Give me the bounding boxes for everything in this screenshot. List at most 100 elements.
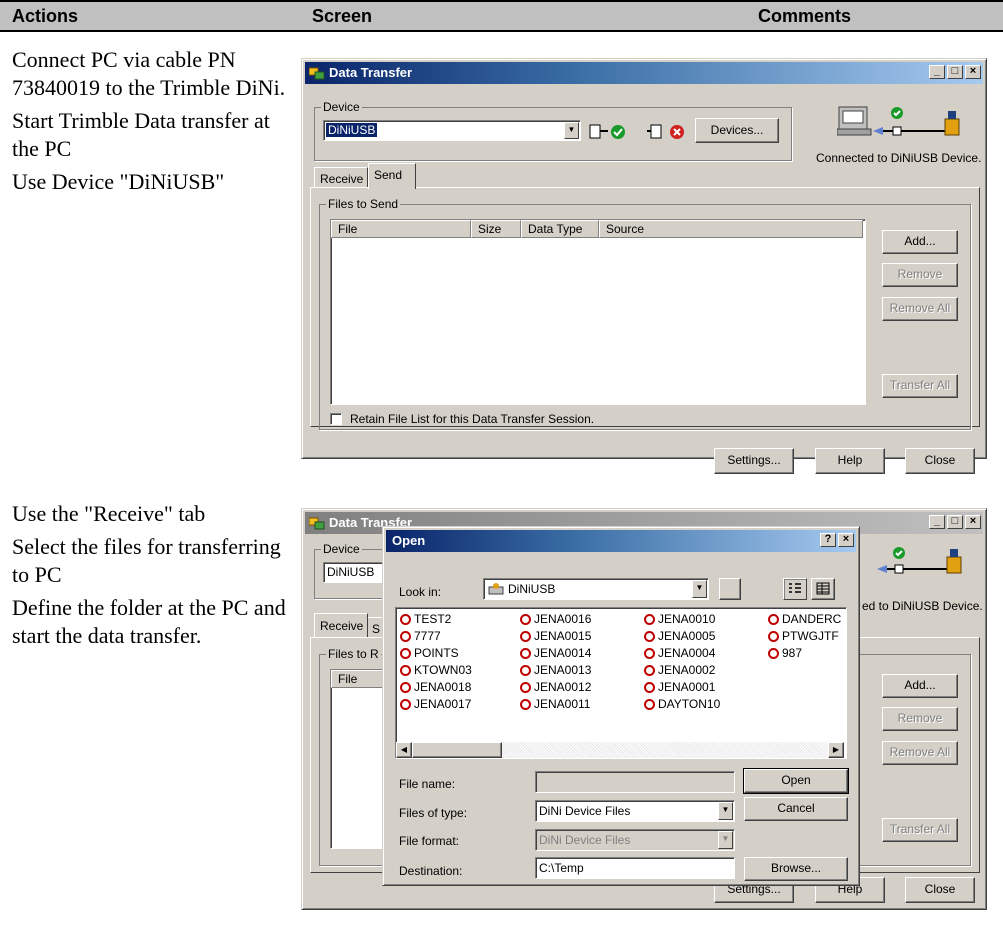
retain-checkbox[interactable] (330, 413, 342, 425)
file-item[interactable]: 7777 (400, 628, 441, 644)
transfer-all-button[interactable]: Transfer All (882, 818, 958, 842)
file-item[interactable]: JENA0004 (644, 645, 715, 661)
dini-file-icon (400, 665, 411, 676)
device-selected-value: DiNiUSB (326, 123, 378, 137)
horizontal-scrollbar[interactable]: ◀ ▶ (396, 742, 844, 758)
step1-paragraph: Start Trimble Data transfer at the PC (12, 108, 270, 161)
tab-send[interactable]: Send (368, 163, 416, 189)
file-list[interactable]: File Size Data Type Source (330, 219, 866, 405)
help-button[interactable]: Help (815, 448, 885, 474)
file-item[interactable]: DANDERC (768, 611, 841, 627)
close-window-button[interactable]: × (965, 65, 981, 79)
file-item[interactable]: JENA0018 (400, 679, 471, 695)
data-transfer-window: Data Transfer _ □ × Device DiNiUSB ▼ Dev… (301, 58, 987, 474)
connection-status-text: Connected to DiNiUSB Device. (816, 151, 982, 165)
up-folder-button[interactable] (719, 578, 741, 600)
tab-receive[interactable]: Receive (314, 613, 368, 637)
maximize-button[interactable]: □ (947, 65, 963, 79)
device-selected-value: DiNiUSB (327, 565, 375, 579)
destination-field[interactable]: C:\Temp (535, 857, 735, 879)
file-item[interactable]: POINTS (400, 645, 459, 661)
disconnect-icon[interactable] (645, 122, 687, 142)
minimize-button[interactable]: _ (929, 65, 945, 79)
close-button[interactable]: Close (905, 448, 975, 474)
close-window-button[interactable]: × (965, 515, 981, 529)
device-group: Device DiNiUSB ▼ Devices... (314, 100, 792, 161)
dini-file-icon (768, 648, 779, 659)
column-header-file[interactable]: File (331, 220, 471, 238)
file-name-field[interactable] (535, 771, 735, 793)
dini-file-icon (644, 665, 655, 676)
file-item[interactable]: KTOWN03 (400, 662, 472, 678)
dini-file-icon (768, 614, 779, 625)
file-format-dropdown[interactable]: DiNi Device Files ▼ (535, 829, 735, 851)
file-item[interactable]: DAYTON10 (644, 696, 720, 712)
column-header-size[interactable]: Size (471, 220, 521, 238)
file-item[interactable]: JENA0013 (520, 662, 591, 678)
open-button[interactable]: Open (743, 768, 849, 794)
scrollbar-thumb[interactable] (412, 742, 502, 758)
devices-button[interactable]: Devices... (695, 118, 779, 143)
destination-value: C:\Temp (539, 861, 584, 875)
send-tab-panel: Files to Send File Size Data Type Source… (310, 187, 980, 430)
window-title: Data Transfer (329, 65, 413, 80)
dini-file-icon (400, 699, 411, 710)
scroll-left-icon[interactable]: ◀ (396, 742, 412, 758)
files-to-receive-label: Files to R (326, 647, 381, 661)
file-item-label: PTWGJTF (782, 629, 839, 643)
file-item-label: JENA0004 (658, 646, 716, 660)
chevron-down-icon: ▼ (718, 802, 733, 820)
help-icon[interactable]: ? (820, 533, 836, 547)
transfer-all-button[interactable]: Transfer All (882, 374, 958, 398)
files-of-type-dropdown[interactable]: DiNi Device Files ▼ (535, 800, 735, 822)
column-header-source[interactable]: Source (599, 220, 863, 238)
look-in-dropdown[interactable]: DiNiUSB ▼ (483, 578, 709, 600)
file-item[interactable]: JENA0005 (644, 628, 715, 644)
device-dropdown[interactable]: DiNiUSB ▼ (323, 120, 581, 141)
list-view-icon[interactable] (783, 578, 807, 600)
minimize-button[interactable]: _ (929, 515, 945, 529)
drive-icon (488, 583, 504, 595)
files-of-type-label: Files of type: (399, 806, 468, 820)
close-dialog-button[interactable]: × (838, 533, 854, 547)
browse-button[interactable]: Browse... (744, 857, 848, 881)
scroll-right-icon[interactable]: ▶ (828, 742, 844, 758)
file-item[interactable]: 987 (768, 645, 802, 661)
open-dialog: Open ? × Look in: DiNiUSB ▼ TEST2 7777 POI… (382, 526, 860, 886)
file-item[interactable]: JENA0014 (520, 645, 591, 661)
file-item[interactable]: JENA0010 (644, 611, 715, 627)
file-item-label: JENA0014 (534, 646, 592, 660)
tab-receive[interactable]: Receive (314, 167, 368, 187)
add-button[interactable]: Add... (882, 674, 958, 698)
file-item[interactable]: PTWGJTF (768, 628, 839, 644)
column-header-data-type[interactable]: Data Type (521, 220, 599, 238)
file-item[interactable]: JENA0016 (520, 611, 591, 627)
dini-file-icon (644, 699, 655, 710)
file-item-label: JENA0010 (658, 612, 716, 626)
connect-icon[interactable] (588, 122, 628, 142)
file-item[interactable]: JENA0012 (520, 679, 591, 695)
remove-button[interactable]: Remove (882, 707, 958, 731)
settings-button[interactable]: Settings... (714, 448, 794, 474)
remove-all-button[interactable]: Remove All (882, 741, 958, 765)
file-item[interactable]: TEST2 (400, 611, 451, 627)
retain-checkbox-label: Retain File List for this Data Transfer … (350, 412, 595, 426)
file-item[interactable]: JENA0002 (644, 662, 715, 678)
file-item-label: JENA0016 (534, 612, 592, 626)
file-item[interactable]: JENA0001 (644, 679, 715, 695)
dialog-file-list[interactable]: TEST2 7777 POINTS KTOWN03 JENA0018 JENA0017 J… (395, 607, 847, 759)
cancel-button[interactable]: Cancel (744, 797, 848, 821)
details-view-icon[interactable] (811, 578, 835, 600)
file-item-label: JENA0017 (414, 697, 472, 711)
remove-button[interactable]: Remove (882, 263, 958, 287)
file-item[interactable]: JENA0015 (520, 628, 591, 644)
step2-paragraph: Define the folder at the PC and start th… (12, 595, 286, 648)
file-item[interactable]: JENA0011 (520, 696, 590, 712)
close-button[interactable]: Close (905, 877, 975, 903)
file-item[interactable]: JENA0017 (400, 696, 471, 712)
chevron-down-icon: ▼ (692, 580, 707, 598)
dini-file-icon (520, 648, 531, 659)
remove-all-button[interactable]: Remove All (882, 297, 958, 321)
add-button[interactable]: Add... (882, 230, 958, 254)
maximize-button[interactable]: □ (947, 515, 963, 529)
